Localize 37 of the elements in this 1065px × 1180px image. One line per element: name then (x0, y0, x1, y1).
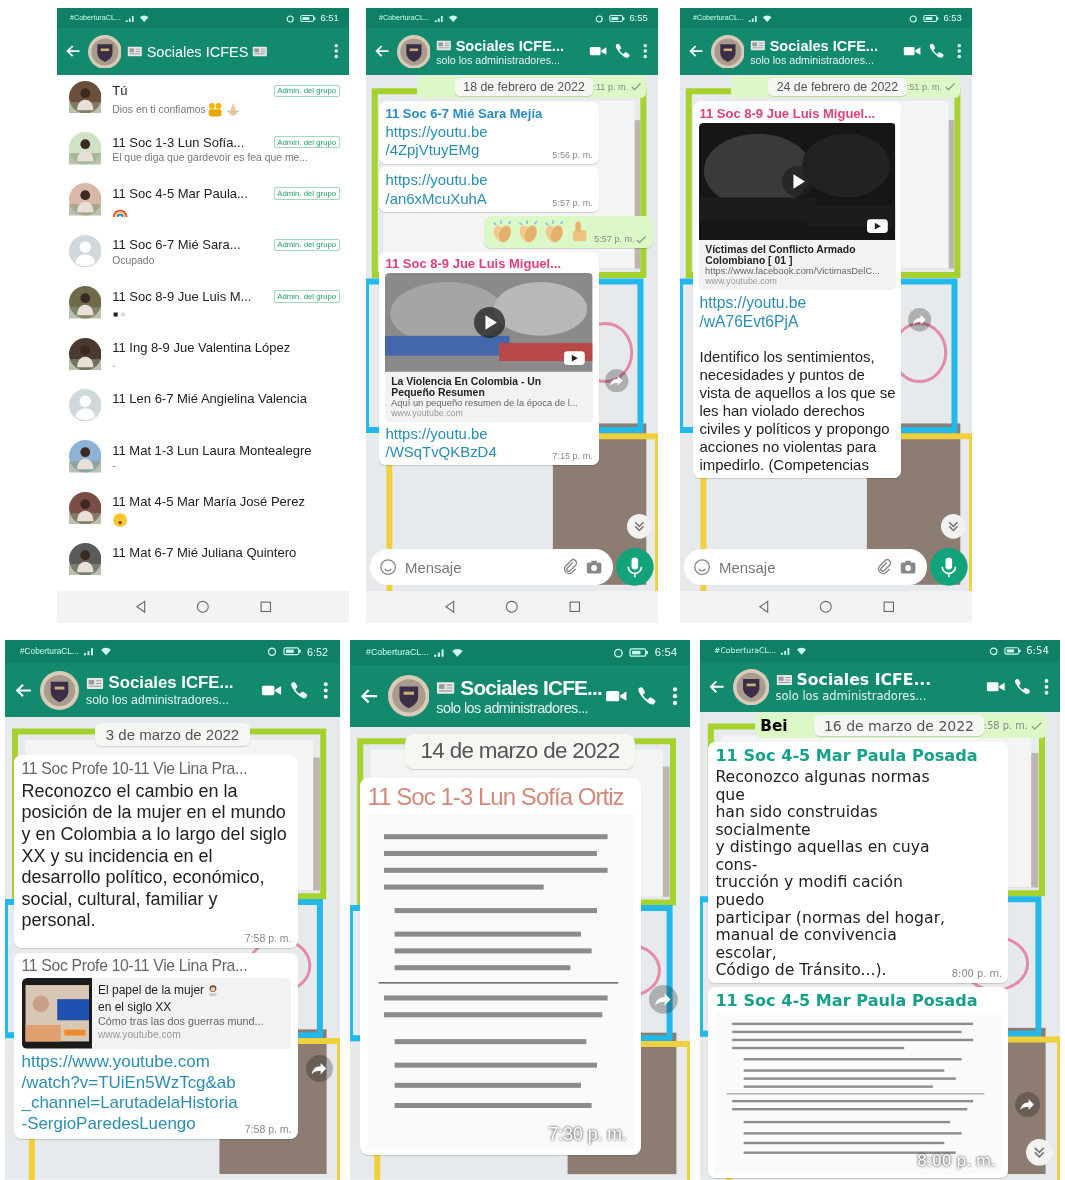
chat-title: Sociales ICFE... (108, 673, 234, 694)
member-name: 11 Len 6-7 Mié Angielina Valencia (112, 391, 307, 407)
member-name: 11 Soc 1-3 Lun Sofía... (112, 134, 245, 150)
member-name: 11 Soc 6-7 Mié Sara... (112, 237, 241, 253)
member-name: 11 Mat 1-3 Lun Laura Montealegre (112, 442, 312, 458)
member-name: 11 Mat 6-7 Mié Juliana Quintero (112, 545, 297, 561)
carrier-name: #CoberturaCL... (366, 647, 429, 658)
member-status: - (112, 460, 116, 472)
member-name: 11 Soc 8-9 Jue Luis M... (112, 288, 252, 304)
member-status: Dios en ti confiamos (112, 103, 206, 115)
clock-time: 6:54 (1026, 645, 1049, 657)
clock-time: 6:51 (320, 13, 339, 24)
member-status: . (112, 357, 116, 369)
message-time: 7:30 p. m. (548, 1123, 627, 1145)
chat-title: Sociales ICFES (146, 43, 249, 60)
date-chip: 14 de marzo de 2022 (404, 733, 636, 769)
carrier-name: #CoberturaCL... (20, 647, 79, 657)
chat-subtitle: solo los administradores... (750, 53, 875, 66)
clock-time: 6:54 (654, 646, 678, 659)
chat-title: Sociales ICFE... (769, 37, 878, 54)
member-name: 11 Soc 4-5 Mar Paula... (112, 186, 248, 202)
member-status: El que diga que gardevoir es fea que me... (112, 152, 309, 164)
chat-subtitle: solo los administradores... (436, 53, 561, 66)
member-name: Tú (112, 83, 128, 99)
clock-time: 6:53 (943, 13, 962, 24)
chat-subtitle: solo los administradores... (86, 693, 230, 708)
chat-title: Sociales ICFE... (455, 37, 564, 54)
member-name: 11 Ing 8-9 Jue Valentina López (112, 340, 291, 356)
chat-subtitle: solo los administradores... (775, 689, 928, 704)
chat-subtitle: solo los administradores... (436, 700, 589, 716)
member-name: 11 Mat 4-5 Mar María José Perez (112, 494, 305, 510)
chat-title: Sociales ICFE... (796, 670, 932, 690)
chat-title: Sociales ICFE... (460, 676, 602, 700)
clock-time: 6:55 (629, 13, 648, 24)
clock-time: 6:52 (307, 645, 328, 658)
sender-name: 11 Soc 1-3 Lun Sofía Ortiz (367, 782, 625, 811)
member-status: Ocupado (112, 255, 155, 266)
